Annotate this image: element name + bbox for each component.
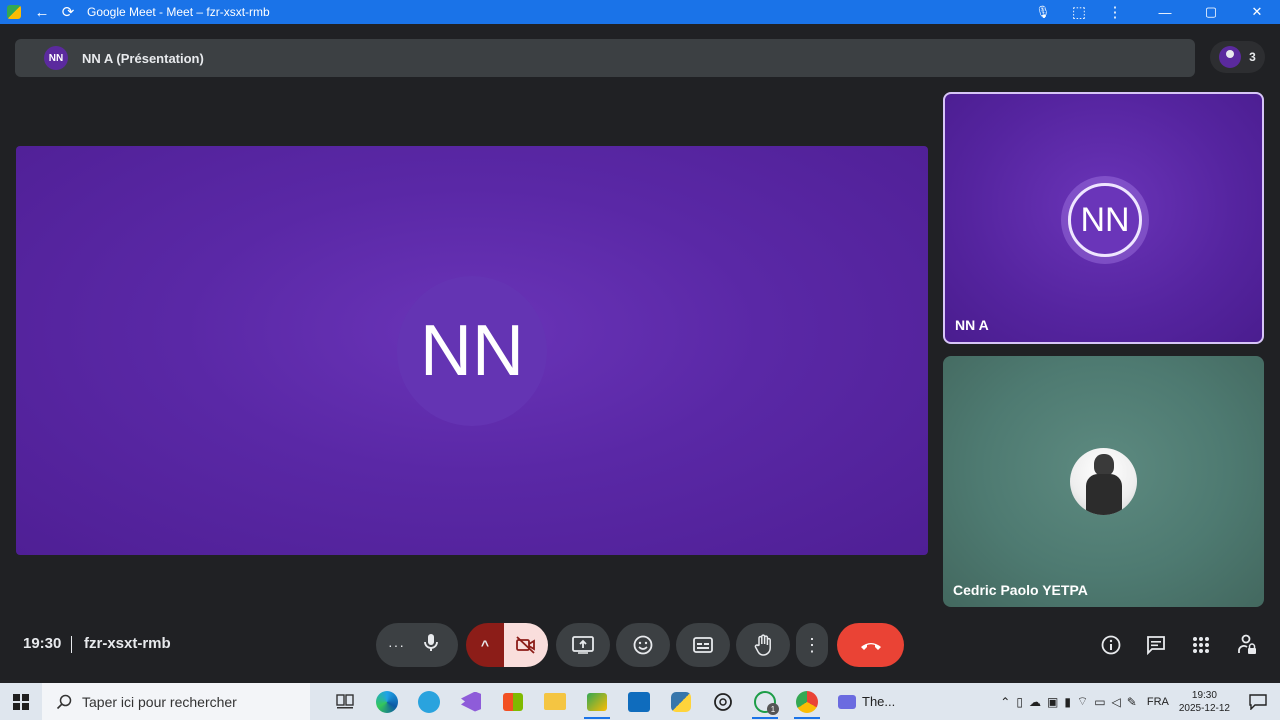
telegram-icon[interactable] [408, 683, 450, 720]
google-meet-app-icon [7, 5, 21, 19]
chevron-up-icon[interactable]: ⌃ [1000, 695, 1010, 709]
video-app-icon [838, 694, 856, 709]
reload-icon[interactable]: ⟳ [55, 0, 81, 24]
raise-hand-icon [754, 634, 771, 656]
audio-control-group: ··· [376, 623, 458, 667]
taskbar-search-box[interactable]: Taper ici pour rechercher [42, 683, 310, 720]
end-call-icon [860, 643, 881, 650]
captions-button[interactable] [676, 623, 730, 667]
speaking-ring: NN [1061, 176, 1149, 264]
file-explorer-icon[interactable] [534, 683, 576, 720]
meeting-details-button[interactable] [1099, 633, 1123, 657]
battery-icon[interactable]: ▭ [1094, 695, 1105, 709]
onedrive-icon[interactable]: ☁ [1029, 695, 1041, 709]
captions-icon [693, 637, 713, 653]
start-button[interactable] [0, 683, 42, 720]
participant-count: 3 [1249, 50, 1256, 64]
pen-icon[interactable]: ✎ [1127, 695, 1137, 709]
presenter-avatar: NN [44, 46, 68, 70]
microphone-tray-icon[interactable]: ▮ [1064, 695, 1071, 709]
present-screen-icon [572, 636, 594, 654]
language-indicator[interactable]: FRA [1147, 696, 1169, 708]
chatgpt-icon[interactable] [702, 683, 744, 720]
more-options-button[interactable]: ⋮ [796, 623, 828, 667]
whatsapp-icon[interactable]: 1 [744, 683, 786, 720]
task-label: The... [862, 694, 896, 709]
participant-avatar: NN [1068, 183, 1142, 257]
main-stage-avatar: NN [397, 275, 547, 426]
taskbar-time: 19:30 [1191, 689, 1217, 701]
meeting-time: 19:30 [23, 635, 62, 652]
info-icon [1101, 635, 1121, 655]
visual-studio-icon[interactable] [450, 683, 492, 720]
participant-avatar-icon [1219, 46, 1242, 68]
search-placeholder: Taper ici pour rechercher [82, 693, 237, 710]
extension-icon[interactable]: ⬚ [1066, 0, 1092, 24]
camera-control-group: ^ [466, 623, 548, 667]
main-stage: NN [16, 146, 928, 555]
python-icon[interactable] [660, 683, 702, 720]
tray-app-icon[interactable]: ▯ [1016, 695, 1023, 709]
person-body [1086, 474, 1122, 515]
edge-browser-icon[interactable] [366, 683, 408, 720]
audio-options-button[interactable]: ··· [388, 637, 405, 653]
volume-icon[interactable]: ◁ [1112, 695, 1121, 709]
presentation-label: NN A (Présentation) [82, 50, 204, 66]
host-controls-button[interactable] [1235, 633, 1259, 657]
taskbar-apps: 1 [324, 683, 828, 720]
lock-person-icon [1238, 634, 1256, 654]
chat-button[interactable] [1144, 633, 1168, 657]
microsoft-store-icon[interactable] [492, 683, 534, 720]
back-arrow-icon[interactable]: ← [29, 0, 55, 24]
participants-button[interactable]: 3 [1210, 41, 1265, 73]
maximize-button[interactable]: ▢ [1188, 0, 1234, 24]
participant-tile[interactable]: Cedric Paolo YETPA [943, 356, 1264, 607]
camera-off-icon [516, 636, 535, 654]
wifi-icon[interactable]: ⌔ [1077, 694, 1088, 709]
mic-icon[interactable] [423, 633, 439, 658]
task-view-icon[interactable] [324, 683, 366, 720]
chat-icon [1147, 636, 1165, 655]
emoji-reactions-button[interactable] [616, 623, 670, 667]
activities-button[interactable] [1189, 633, 1213, 657]
microphone-indicator-icon[interactable]: 🎙 [1030, 0, 1056, 24]
browser-menu-icon[interactable]: ⋮ [1102, 0, 1128, 24]
participant-name: NN A [955, 317, 989, 333]
windows-logo-icon [13, 693, 29, 710]
presentation-banner: NN NN A (Présentation) [15, 39, 1195, 77]
camera-options-button[interactable]: ^ [466, 623, 504, 667]
participant-tile[interactable]: NN NN A [943, 92, 1264, 344]
chrome-icon[interactable] [786, 683, 828, 720]
end-call-button[interactable] [837, 623, 904, 667]
taskbar-clock[interactable]: 19:30 2025-12-12 [1179, 689, 1230, 715]
participant-name: Cedric Paolo YETPA [953, 582, 1088, 598]
photos-app-icon[interactable] [576, 683, 618, 720]
apps-grid-icon [1193, 637, 1209, 653]
minimize-button[interactable]: — [1142, 0, 1188, 24]
participant-photo [1070, 448, 1137, 515]
display-icon[interactable]: ▣ [1047, 695, 1058, 709]
close-button[interactable]: ✕ [1234, 0, 1280, 24]
raise-hand-button[interactable] [736, 623, 790, 667]
present-screen-button[interactable] [556, 623, 610, 667]
taskbar-date: 2025-12-12 [1178, 702, 1230, 714]
outlook-icon[interactable] [618, 683, 660, 720]
window-title-bar: ← ⟳ Google Meet - Meet – fzr-xsxt-rmb 🎙 … [0, 0, 1280, 24]
whatsapp-badge: 1 [767, 703, 779, 715]
search-icon [56, 694, 72, 709]
divider [71, 636, 72, 653]
camera-off-button[interactable] [504, 623, 548, 667]
windows-taskbar: Taper ici pour rechercher 1 The... ⌃ ▯ ☁… [0, 683, 1280, 720]
person-head [1094, 454, 1114, 476]
meeting-code: fzr-xsxt-rmb [84, 635, 171, 652]
notifications-icon[interactable] [1244, 693, 1272, 710]
system-tray: ⌃ ▯ ☁ ▣ ▮ ⌔ ▭ ◁ ✎ FRA 19:30 2025-12-12 [1000, 683, 1280, 720]
window-title: Google Meet - Meet – fzr-xsxt-rmb [87, 5, 270, 19]
zoom-task-button[interactable]: The... [828, 683, 908, 720]
emoji-icon [633, 635, 653, 655]
